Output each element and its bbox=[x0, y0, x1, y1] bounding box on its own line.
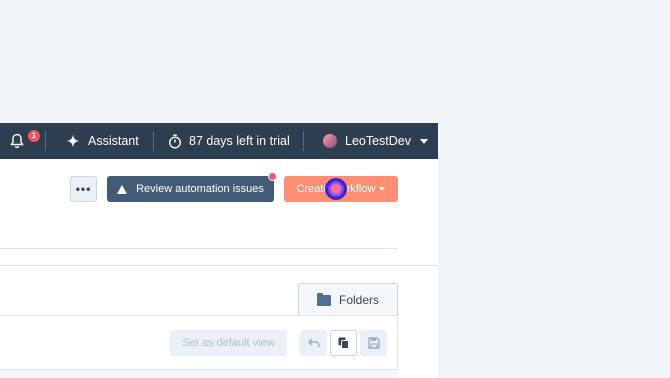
set-default-view-button[interactable]: Set as default view bbox=[170, 330, 287, 356]
copy-icon bbox=[338, 337, 349, 349]
panel-footer-strip bbox=[0, 369, 398, 378]
undo-button[interactable] bbox=[300, 330, 327, 356]
clone-view-button[interactable] bbox=[330, 330, 357, 356]
top-navigation-bar: 1 Assistant 87 days left in trial LeoTes… bbox=[0, 123, 438, 159]
ellipsis-icon: ••• bbox=[75, 182, 92, 196]
chevron-down-icon bbox=[420, 138, 429, 144]
divider bbox=[45, 131, 46, 151]
app-window: 1 Assistant 87 days left in trial LeoTes… bbox=[0, 123, 438, 378]
chevron-down-icon bbox=[379, 187, 386, 191]
folder-icon bbox=[316, 292, 331, 306]
trial-status-label: 87 days left in trial bbox=[189, 134, 290, 148]
save-icon bbox=[367, 337, 380, 349]
assistant-button[interactable]: Assistant bbox=[66, 123, 139, 159]
account-name: LeoTestDev bbox=[345, 134, 412, 148]
notification-dot bbox=[268, 172, 277, 181]
more-actions-button[interactable]: ••• bbox=[70, 176, 97, 202]
section-divider bbox=[0, 265, 438, 266]
notifications-button[interactable]: 1 bbox=[10, 123, 40, 159]
assistant-label: Assistant bbox=[88, 134, 139, 148]
cursor-highlight-icon bbox=[325, 178, 347, 200]
review-button-label: Review automation issues bbox=[136, 183, 264, 195]
notification-count-badge: 1 bbox=[28, 130, 40, 142]
sparkle-icon bbox=[66, 134, 80, 148]
undo-icon bbox=[307, 338, 320, 347]
review-automation-issues-button[interactable]: Review automation issues bbox=[107, 176, 274, 202]
trial-status-link[interactable]: 87 days left in trial bbox=[168, 123, 290, 159]
stopwatch-icon bbox=[168, 134, 182, 149]
divider bbox=[153, 131, 154, 151]
avatar bbox=[323, 134, 337, 148]
save-view-button[interactable] bbox=[360, 330, 387, 356]
default-view-label: Set as default view bbox=[182, 337, 275, 349]
bell-icon bbox=[10, 133, 24, 149]
header-divider bbox=[0, 248, 398, 249]
warning-icon bbox=[117, 184, 128, 194]
folders-tab-label: Folders bbox=[338, 293, 379, 307]
tab-folders[interactable]: Folders bbox=[298, 283, 398, 316]
divider bbox=[303, 131, 304, 151]
account-menu-button[interactable]: LeoTestDev bbox=[323, 123, 429, 159]
